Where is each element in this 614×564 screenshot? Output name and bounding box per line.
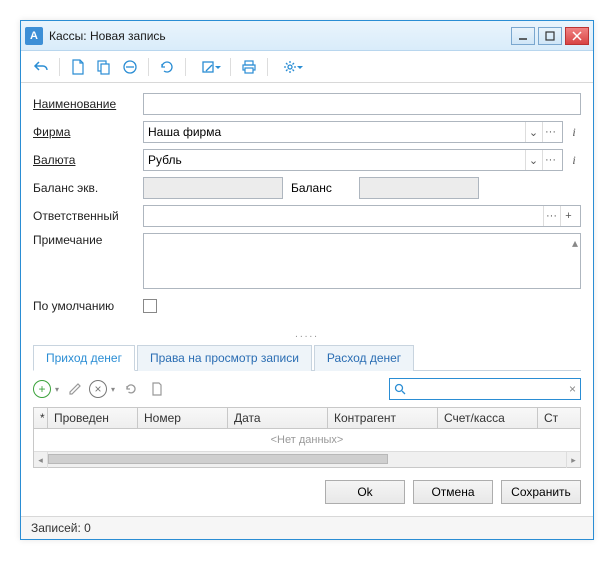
scroll-left-icon[interactable]: ◂ — [34, 452, 48, 468]
new-button[interactable] — [66, 55, 90, 79]
default-label: По умолчанию — [33, 299, 143, 313]
responsible-input[interactable] — [148, 206, 539, 226]
status-bar: Записей: 0 — [21, 516, 593, 539]
currency-select-button[interactable]: ··· — [542, 150, 558, 170]
firm-select-button[interactable]: ··· — [542, 122, 558, 142]
undo-button[interactable] — [29, 55, 53, 79]
grid-col-account[interactable]: Счет/касса — [438, 408, 538, 428]
grid-header: * Проведен Номер Дата Контрагент Счет/ка… — [34, 408, 580, 429]
grid-edit-button[interactable] — [63, 377, 87, 401]
save-button[interactable]: Сохранить — [501, 480, 581, 504]
record-count: Записей: 0 — [31, 521, 91, 535]
balance-eq-field — [143, 177, 283, 199]
grid-hscroll[interactable]: ◂ ▸ — [34, 451, 580, 467]
cancel-button[interactable]: Отмена — [413, 480, 493, 504]
chevron-down-icon: ▾ — [111, 385, 115, 394]
name-label: Наименование — [33, 97, 143, 111]
grid-toolbar: + ▾ × ▾ × — [21, 371, 593, 407]
grid-col-counterparty[interactable]: Контрагент — [328, 408, 438, 428]
print-button[interactable] — [237, 55, 261, 79]
grid-refresh-button[interactable] — [119, 377, 143, 401]
delete-button[interactable] — [118, 55, 142, 79]
minimize-button[interactable] — [511, 27, 535, 45]
grid-search-clear[interactable]: × — [569, 382, 576, 396]
dialog-buttons: Ok Отмена Сохранить — [21, 468, 593, 516]
window-title: Кассы: Новая запись — [49, 29, 511, 43]
search-icon — [394, 383, 406, 395]
grid-search[interactable]: × — [389, 378, 581, 400]
tab-permissions[interactable]: Права на просмотр записи — [137, 345, 312, 371]
responsible-select-button[interactable]: ··· — [543, 206, 559, 226]
form-area: Наименование Фирма ⌄ ··· i Валюта ⌄ ··· — [21, 83, 593, 329]
grid-col-date[interactable]: Дата — [228, 408, 328, 428]
currency-field[interactable]: ⌄ ··· — [143, 149, 563, 171]
copy-button[interactable] — [92, 55, 116, 79]
firm-input[interactable] — [148, 122, 521, 142]
balance-field — [359, 177, 479, 199]
titlebar: A Кассы: Новая запись — [21, 21, 593, 51]
grid-empty-text: <Нет данных> — [34, 429, 580, 451]
main-toolbar — [21, 51, 593, 83]
note-label: Примечание — [33, 233, 143, 247]
settings-menu-button[interactable] — [274, 55, 306, 79]
currency-input[interactable] — [148, 150, 521, 170]
responsible-add-button[interactable]: + — [560, 206, 576, 226]
grid-col-number[interactable]: Номер — [138, 408, 228, 428]
firm-label: Фирма — [33, 125, 143, 139]
currency-info-button[interactable]: i — [567, 153, 581, 168]
scroll-right-icon[interactable]: ▸ — [566, 452, 580, 468]
maximize-button[interactable] — [538, 27, 562, 45]
grid-delete-button[interactable]: × — [89, 380, 107, 398]
scroll-up-icon[interactable]: ▴ — [572, 236, 578, 250]
balance-eq-label: Баланс экв. — [33, 181, 143, 195]
tabs: Приход денег Права на просмотр записи Ра… — [33, 344, 581, 371]
chevron-down-icon: ▾ — [55, 385, 59, 394]
ok-button[interactable]: Ok — [325, 480, 405, 504]
tab-expense[interactable]: Расход денег — [314, 345, 414, 371]
firm-dropdown-button[interactable]: ⌄ — [525, 122, 541, 142]
scroll-thumb[interactable] — [48, 454, 388, 464]
responsible-label: Ответственный — [33, 209, 143, 223]
grid-search-input[interactable] — [410, 382, 565, 396]
currency-dropdown-button[interactable]: ⌄ — [525, 150, 541, 170]
grid-col-st[interactable]: Ст — [538, 408, 580, 428]
close-button[interactable] — [565, 27, 589, 45]
name-field[interactable] — [143, 93, 581, 115]
tab-income[interactable]: Приход денег — [33, 345, 135, 371]
responsible-field[interactable]: ··· + — [143, 205, 581, 227]
name-input[interactable] — [148, 94, 576, 114]
splitter[interactable]: ∙∙∙∙∙ — [21, 331, 593, 342]
note-field[interactable]: ▴ — [143, 233, 581, 289]
grid-add-button[interactable]: + — [33, 380, 51, 398]
balance-label: Баланс — [291, 181, 351, 195]
app-icon: A — [25, 27, 43, 45]
refresh-button[interactable] — [155, 55, 179, 79]
currency-label: Валюта — [33, 153, 143, 167]
grid-col-posted[interactable]: Проведен — [48, 408, 138, 428]
firm-info-button[interactable]: i — [567, 125, 581, 140]
grid-doc-button[interactable] — [145, 377, 169, 401]
edit-menu-button[interactable] — [192, 55, 224, 79]
data-grid: * Проведен Номер Дата Контрагент Счет/ка… — [33, 407, 581, 468]
default-checkbox[interactable] — [143, 299, 157, 313]
grid-col-marker[interactable]: * — [34, 408, 48, 428]
firm-field[interactable]: ⌄ ··· — [143, 121, 563, 143]
window: A Кассы: Новая запись Наименование Фирма — [20, 20, 594, 540]
